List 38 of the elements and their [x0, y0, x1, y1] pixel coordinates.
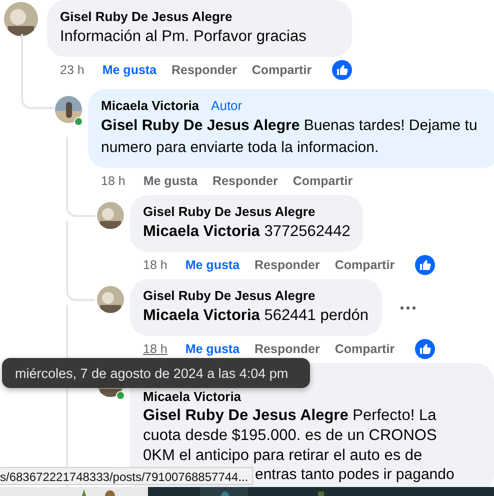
action-link[interactable]: Compartir	[334, 258, 395, 272]
timestamp[interactable]: 23 h	[60, 63, 84, 77]
like-icon[interactable]	[332, 60, 352, 80]
action-link[interactable]: Me gusta	[185, 342, 240, 356]
author-name[interactable]: Micaela Victoria	[101, 98, 200, 114]
action-link[interactable]: Me gusta	[143, 174, 198, 188]
action-link[interactable]: Me gusta	[185, 258, 240, 272]
timestamp[interactable]: 18 h	[143, 258, 168, 272]
comment-text: Gisel Ruby De Jesus Alegre Perfecto! La cuota desde $195.000. es de un CRONOS 0KM el anticipo para retirar el auto es de	[143, 406, 438, 466]
comment-text: Micaela Victoria 562441 perdón	[143, 306, 368, 326]
author-name[interactable]: Gisel Ruby De Jesus Alegre	[143, 288, 316, 304]
avatar[interactable]	[97, 286, 124, 313]
comment-text: Gisel Ruby De Jesus Alegre Buenas tardes! Dejame tu numero para enviarte toda la informacion.	[101, 116, 478, 158]
action-link[interactable]: Responder	[254, 342, 320, 356]
author-name[interactable]: Gisel Ruby De Jesus Alegre	[60, 9, 232, 25]
link-status-bar: s/683672221748333/posts/79100768857744...	[0, 467, 253, 485]
avatar[interactable]	[97, 202, 124, 229]
action-link[interactable]: Responder	[254, 258, 320, 272]
action-link[interactable]: Compartir	[334, 342, 395, 356]
action-link[interactable]: Compartir	[252, 63, 312, 77]
avatar[interactable]	[4, 2, 38, 36]
author-label: Autor	[211, 98, 242, 114]
timestamp[interactable]: 18 h	[143, 342, 168, 356]
avatar[interactable]	[55, 96, 82, 123]
comment-text: entras tanto podes ir pagando	[255, 466, 456, 484]
action-link[interactable]: Compartir	[292, 174, 353, 188]
date-tooltip: miércoles, 7 de agosto de 2024 a las 4:04 pm	[2, 358, 310, 388]
comment-text: Información al Pm. Porfavor gracias	[60, 27, 308, 47]
more-icon[interactable]	[400, 306, 416, 310]
like-icon[interactable]	[414, 255, 435, 275]
action-link[interactable]: Me gusta	[102, 63, 157, 77]
author-name[interactable]: Gisel Ruby De Jesus Alegre	[143, 204, 316, 220]
comment-text: Micaela Victoria 3772562442	[143, 222, 350, 242]
author-name[interactable]: Micaela Victoria	[143, 389, 242, 405]
action-link[interactable]: Responder	[212, 174, 278, 188]
timestamp[interactable]: 18 h	[101, 174, 126, 188]
like-icon[interactable]	[414, 339, 435, 359]
action-link[interactable]: Responder	[172, 63, 237, 77]
